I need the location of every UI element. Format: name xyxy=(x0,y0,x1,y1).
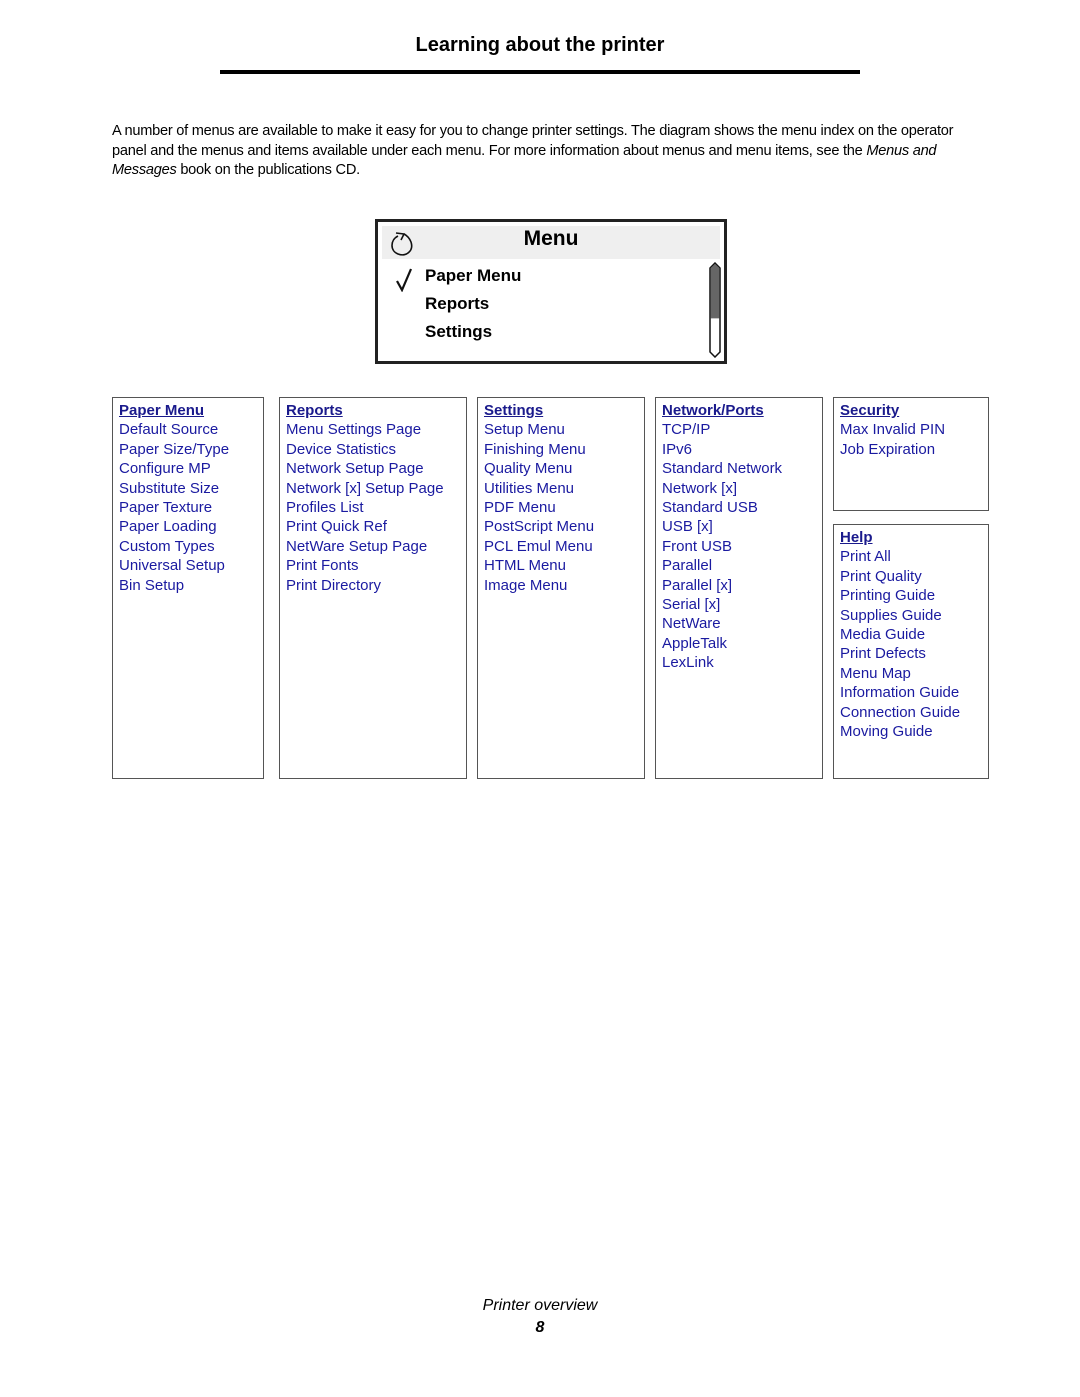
menu-item[interactable]: Menu Settings Page xyxy=(286,420,466,439)
menu-items: Max Invalid PIN Job Expiration xyxy=(840,420,988,459)
menu-item[interactable]: Paper Size/Type xyxy=(119,440,263,459)
panel-header: Menu xyxy=(382,226,720,259)
menu-item[interactable]: AppleTalk xyxy=(662,634,822,653)
menu-item[interactable]: Image Menu xyxy=(484,576,644,595)
menu-item[interactable]: Max Invalid PIN xyxy=(840,420,988,439)
menu-item[interactable]: NetWare xyxy=(662,614,822,633)
menu-item[interactable]: Setup Menu xyxy=(484,420,644,439)
menu-item[interactable]: USB [x] xyxy=(662,517,822,536)
menu-item[interactable]: Standard USB xyxy=(662,498,822,517)
menu-item[interactable]: Default Source xyxy=(119,420,263,439)
menu-item[interactable]: Profiles List xyxy=(286,498,466,517)
menu-column-reports: Reports Menu Settings Page Device Statist… xyxy=(279,397,467,779)
menu-item[interactable]: Connection Guide xyxy=(840,703,988,722)
menu-column-help: Help Print All Print Quality Printing Guid… xyxy=(833,524,989,779)
menu-item[interactable]: Device Statistics xyxy=(286,440,466,459)
page-number: 8 xyxy=(535,1319,545,1336)
menu-item[interactable]: Universal Setup xyxy=(119,556,263,575)
intro-text-end: book on the publications CD. xyxy=(176,162,360,179)
menu-item[interactable]: Serial [x] xyxy=(662,595,822,614)
menu-item[interactable]: Finishing Menu xyxy=(484,440,644,459)
page-title: Learning about the printer xyxy=(415,34,665,56)
menu-item[interactable]: Network [x] xyxy=(662,479,822,498)
menu-heading-reports[interactable]: Reports xyxy=(286,401,466,420)
menu-item[interactable]: Standard Network xyxy=(662,459,822,478)
menu-item[interactable]: Network Setup Page xyxy=(286,459,466,478)
menu-heading-paper-menu[interactable]: Paper Menu xyxy=(119,401,263,420)
menu-items: Menu Settings Page Device Statistics Netwo… xyxy=(286,420,466,595)
menu-item[interactable]: Configure MP xyxy=(119,459,263,478)
menu-item[interactable]: Print Quick Ref xyxy=(286,517,466,536)
menu-item[interactable]: Bin Setup xyxy=(119,576,263,595)
menu-item[interactable]: Front USB xyxy=(662,537,822,556)
menu-item[interactable]: Print All xyxy=(840,547,988,566)
scrollbar[interactable] xyxy=(708,262,722,358)
menu-item[interactable]: IPv6 xyxy=(662,440,822,459)
menu-item[interactable]: Network [x] Setup Page xyxy=(286,479,466,498)
checkmark-icon xyxy=(396,268,413,292)
menu-item[interactable]: Print Quality xyxy=(840,567,988,586)
menu-heading-help[interactable]: Help xyxy=(840,528,988,547)
menu-heading-settings[interactable]: Settings xyxy=(484,401,644,420)
menu-item[interactable]: Information Guide xyxy=(840,683,988,702)
menu-item[interactable]: Supplies Guide xyxy=(840,606,988,625)
menu-items: Default Source Paper Size/Type Configure M… xyxy=(119,420,263,595)
panel-item-settings[interactable]: Settings xyxy=(425,322,492,342)
menu-column-paper-menu: Paper Menu Default Source Paper Size/Type… xyxy=(112,397,264,779)
menu-item[interactable]: Quality Menu xyxy=(484,459,644,478)
menu-item[interactable]: Parallel xyxy=(662,556,822,575)
menu-item[interactable]: Media Guide xyxy=(840,625,988,644)
menu-item[interactable]: Print Fonts xyxy=(286,556,466,575)
menu-heading-network-ports[interactable]: Network/Ports xyxy=(662,401,822,420)
menu-item[interactable]: Custom Types xyxy=(119,537,263,556)
menu-column-network-ports: Network/Ports TCP/IP IPv6 Standard Network… xyxy=(655,397,823,779)
menu-item[interactable]: PCL Emul Menu xyxy=(484,537,644,556)
panel-title: Menu xyxy=(523,227,579,250)
intro-paragraph: A number of menus are available to make … xyxy=(112,122,982,181)
menu-items: Print All Print Quality Printing Guide Supp… xyxy=(840,547,988,741)
footer-section-title: Printer overview xyxy=(482,1297,598,1314)
menu-column-security: Security Max Invalid PIN Job Expiration xyxy=(833,397,989,511)
menu-item[interactable]: TCP/IP xyxy=(662,420,822,439)
panel-item-paper-menu[interactable]: Paper Menu xyxy=(425,266,521,286)
menu-item[interactable]: Menu Map xyxy=(840,664,988,683)
menu-item[interactable]: PostScript Menu xyxy=(484,517,644,536)
menu-item[interactable]: Utilities Menu xyxy=(484,479,644,498)
menu-item[interactable]: Print Defects xyxy=(840,644,988,663)
menu-item[interactable]: NetWare Setup Page xyxy=(286,537,466,556)
operator-panel-display: Menu Paper Menu Reports Settings xyxy=(375,219,727,364)
menu-item[interactable]: Paper Loading xyxy=(119,517,263,536)
menu-item[interactable]: LexLink xyxy=(662,653,822,672)
menu-item[interactable]: Print Directory xyxy=(286,576,466,595)
scrollbar-thumb[interactable] xyxy=(710,264,720,319)
menu-item[interactable]: Substitute Size xyxy=(119,479,263,498)
menu-item[interactable]: Printing Guide xyxy=(840,586,988,605)
menu-item[interactable]: PDF Menu xyxy=(484,498,644,517)
menu-item[interactable]: Moving Guide xyxy=(840,722,988,741)
menu-item[interactable]: Job Expiration xyxy=(840,440,988,459)
menu-item[interactable]: HTML Menu xyxy=(484,556,644,575)
panel-item-reports[interactable]: Reports xyxy=(425,294,489,314)
back-arrow-icon[interactable] xyxy=(386,227,420,261)
menu-item[interactable]: Paper Texture xyxy=(119,498,263,517)
menu-column-settings: Settings Setup Menu Finishing Menu Quality… xyxy=(477,397,645,779)
menu-heading-security[interactable]: Security xyxy=(840,401,988,420)
menu-items: TCP/IP IPv6 Standard Network Network [x] Sta… xyxy=(662,420,822,672)
menu-item[interactable]: Parallel [x] xyxy=(662,576,822,595)
title-underline xyxy=(220,70,860,74)
intro-text: A number of menus are available to make … xyxy=(112,123,954,159)
menu-items: Setup Menu Finishing Menu Quality Menu Util… xyxy=(484,420,644,595)
